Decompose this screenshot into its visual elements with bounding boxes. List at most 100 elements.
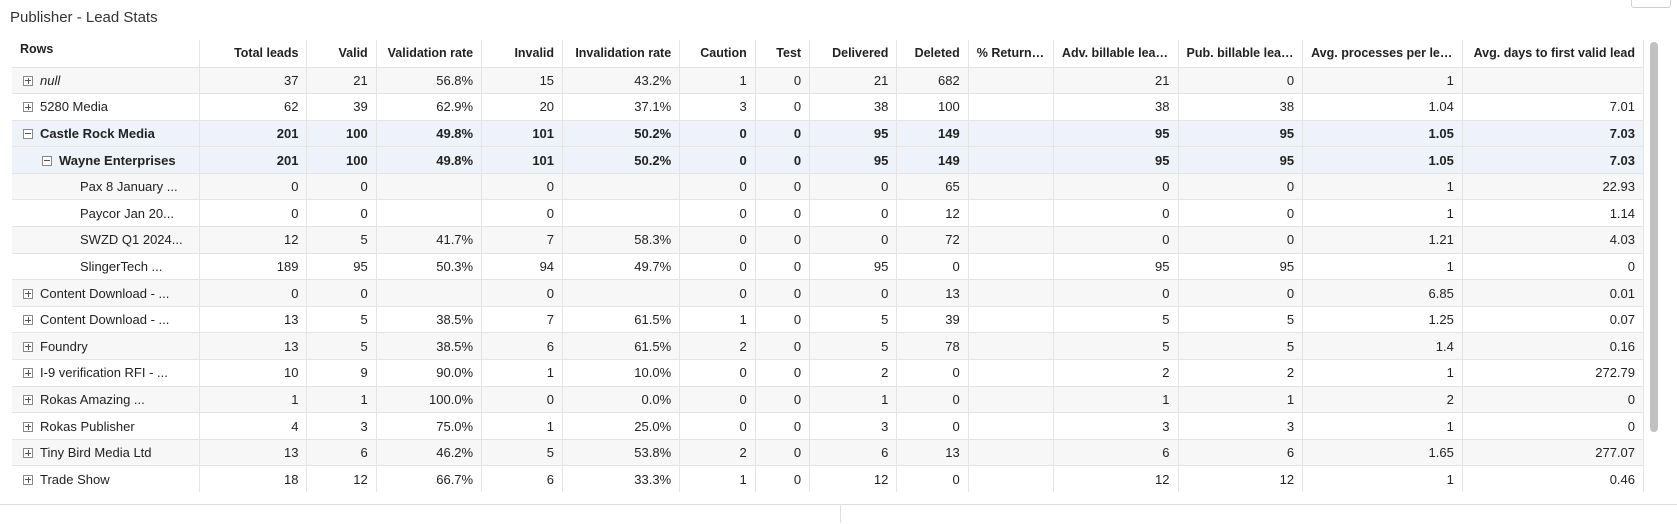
data-cell: 53.8% <box>562 438 681 467</box>
expand-icon[interactable] <box>23 341 33 352</box>
table-row[interactable]: Rokas Amazing ... 1 1 100.0% 0 0.0% 0 0 1 0 1 1 2 0 <box>12 385 1644 414</box>
data-cell: 0 <box>481 279 564 307</box>
data-cell: 49.7% <box>562 252 681 281</box>
data-cell: 0.0% <box>562 385 681 414</box>
table-row[interactable]: Content Download - ... 13 5 38.5% 7 61.5% 1 0 5 3… <box>12 305 1644 334</box>
data-cell <box>375 172 483 201</box>
data-cell: 9 <box>306 359 377 387</box>
expand-icon[interactable] <box>23 368 33 379</box>
table-row[interactable]: Trade Show 18 12 66.7% 6 33.3% 1 0 12 0 12 12 1 0.46 <box>12 465 1644 492</box>
vertical-scrollbar[interactable] <box>1650 42 1658 432</box>
column-header[interactable]: Caution <box>679 40 756 68</box>
expand-icon[interactable] <box>23 315 33 326</box>
table-row[interactable]: I-9 verification RFI - ... 10 9 90.0% 1 10.0%… <box>12 359 1644 387</box>
data-cell: 56.8% <box>375 66 483 95</box>
data-cell: 5 <box>306 332 377 361</box>
data-cell: 277.07 <box>1461 438 1644 467</box>
expand-icon[interactable] <box>23 288 33 299</box>
data-cell <box>967 385 1054 414</box>
menu-button[interactable] <box>1631 0 1671 8</box>
data-cell: 15 <box>481 66 564 95</box>
data-cell: 95 <box>809 119 898 148</box>
data-cell: 1 <box>306 385 377 414</box>
data-cell: 1 <box>1052 385 1179 414</box>
data-cell: 21 <box>809 66 898 95</box>
data-cell: 62.9% <box>375 93 483 121</box>
column-header[interactable]: Invalid <box>481 40 564 68</box>
expand-icon[interactable] <box>23 394 33 405</box>
pivot-table-container[interactable]: Rows Total leads Valid Validation rate Inval… <box>12 40 1644 492</box>
row-label-cell: Castle Rock Media <box>12 119 200 148</box>
data-cell: 50.2% <box>562 146 681 174</box>
data-cell: 0 <box>306 279 377 307</box>
data-cell: 2 <box>809 359 898 387</box>
data-cell: 90.0% <box>375 359 483 387</box>
column-header[interactable]: Total leads <box>198 40 308 68</box>
data-cell: 95 <box>306 252 377 281</box>
table-row[interactable]: Pax 8 January ... 0 0 0 0 0 0 65 0 0 1 22.93 <box>12 172 1644 201</box>
table-row[interactable]: Wayne Enterprises 201 100 49.8% 101 50.2% 0 0 95… <box>12 146 1644 174</box>
collapse-icon[interactable] <box>42 155 52 166</box>
table-row[interactable]: Tiny Bird Media Ltd 13 6 46.2% 5 53.8% 2 0 6 13 6 6… <box>12 438 1644 467</box>
column-header[interactable]: % Returned <box>967 40 1054 68</box>
expand-icon[interactable] <box>23 448 33 459</box>
data-cell: 5 <box>481 438 564 467</box>
column-header[interactable]: Delivered <box>809 40 898 68</box>
data-cell <box>967 305 1054 334</box>
data-cell: 0 <box>481 172 564 201</box>
collapse-icon[interactable] <box>23 128 33 139</box>
data-cell: 6 <box>481 332 564 361</box>
data-cell: 95 <box>1052 252 1179 281</box>
table-row[interactable]: SWZD Q1 2024... 12 5 41.7% 7 58.3% 0 0 0 72 0 0 1.21… <box>12 226 1644 254</box>
table-row[interactable]: Foundry 13 5 38.5% 6 61.5% 2 0 5 78 5 5 1.4 0.16 <box>12 332 1644 361</box>
table-row[interactable]: Content Download - ... 0 0 0 0 0 0 13 0 0 6.85 0.01 <box>12 279 1644 307</box>
data-cell: 1.04 <box>1302 93 1463 121</box>
data-cell: 101 <box>481 119 564 148</box>
data-cell: 50.2% <box>562 119 681 148</box>
expand-icon[interactable] <box>23 75 33 86</box>
table-row[interactable]: 5280 Media 62 39 62.9% 20 37.1% 3 0 38 100 38 38 1.0… <box>12 93 1644 121</box>
table-row[interactable]: Rokas Publisher 4 3 75.0% 1 25.0% 0 0 3 0 3 3 1 0 <box>12 412 1644 440</box>
table-row[interactable]: SlingerTech ... 189 95 50.3% 94 49.7% 0 0 95 0 95 9… <box>12 252 1644 281</box>
row-label: 5280 Media <box>40 99 108 115</box>
data-cell: 0.07 <box>1461 305 1644 334</box>
column-header[interactable]: Pub. billable leads <box>1177 40 1304 68</box>
expand-icon[interactable] <box>23 102 33 113</box>
row-label: Pax 8 January ... <box>80 179 178 195</box>
data-cell: 100 <box>306 146 377 174</box>
expand-icon[interactable] <box>23 421 33 432</box>
column-header[interactable]: Avg. days to first valid lead <box>1461 40 1644 68</box>
expand-icon[interactable] <box>23 474 33 485</box>
table-row[interactable]: Castle Rock Media 201 100 49.8% 101 50.2% 0 0 95… <box>12 119 1644 148</box>
data-cell <box>967 279 1054 307</box>
data-cell: 3 <box>1052 412 1179 440</box>
column-header[interactable]: Test <box>754 40 811 68</box>
table-row[interactable]: null 37 21 56.8% 15 43.2% 1 0 21 682 21 0 1 <box>12 66 1644 95</box>
data-cell: 1.21 <box>1302 226 1463 254</box>
data-cell: 0 <box>306 172 377 201</box>
data-cell: 201 <box>198 119 308 148</box>
row-label-cell: Foundry <box>12 332 200 361</box>
data-cell: 95 <box>1177 252 1304 281</box>
page-title: Publisher - Lead Stats <box>10 9 158 26</box>
data-cell: 25.0% <box>562 412 681 440</box>
rows-header[interactable]: Rows <box>12 40 200 68</box>
row-label-cell: 5280 Media <box>12 93 200 121</box>
data-cell <box>375 199 483 228</box>
data-cell: 0 <box>679 226 756 254</box>
data-cell: 5 <box>809 305 898 334</box>
column-header[interactable]: Deleted <box>896 40 969 68</box>
table-row[interactable]: Paycor Jan 20... 0 0 0 0 0 0 12 0 0 1 1.14 <box>12 199 1644 228</box>
column-header[interactable]: Invalidation rate <box>562 40 681 68</box>
data-cell <box>967 199 1054 228</box>
data-cell: 1 <box>679 305 756 334</box>
row-label: Content Download - ... <box>40 285 170 301</box>
data-cell: 65 <box>896 172 969 201</box>
column-header[interactable]: Valid <box>306 40 377 68</box>
column-header[interactable]: Adv. billable leads <box>1052 40 1179 68</box>
data-cell: 0 <box>1177 199 1304 228</box>
column-header[interactable]: Avg. processes per lead <box>1302 40 1463 68</box>
data-cell: 41.7% <box>375 226 483 254</box>
data-cell: 0 <box>754 93 811 121</box>
column-header[interactable]: Validation rate <box>375 40 483 68</box>
